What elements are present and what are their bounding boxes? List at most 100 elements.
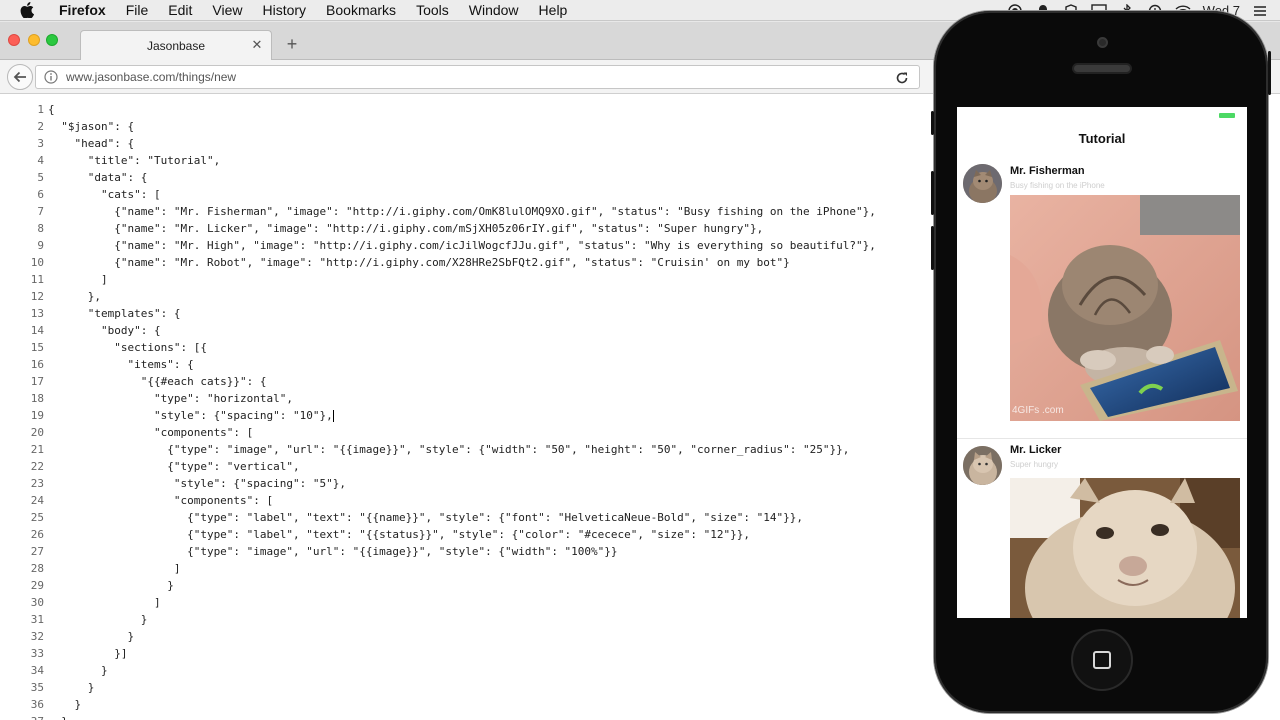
- app-nav-title: Tutorial: [1078, 131, 1126, 146]
- home-button[interactable]: [1071, 629, 1133, 691]
- back-arrow-icon[interactable]: [7, 64, 33, 90]
- code-line[interactable]: {"type": "vertical",: [48, 458, 876, 475]
- tab-close-icon[interactable]: ✕: [249, 37, 265, 53]
- avatar: [963, 446, 1002, 485]
- menu-edit[interactable]: Edit: [158, 0, 202, 21]
- code-content[interactable]: { "$jason": { "head": { "title": "Tutori…: [48, 101, 876, 720]
- code-line[interactable]: "components": [: [48, 424, 876, 441]
- phone-screen: Tutorial Mr. Fisherman Busy fishing on t…: [957, 107, 1247, 618]
- line-number: 24: [30, 494, 44, 507]
- line-number: 18: [30, 392, 44, 405]
- code-line[interactable]: ]: [48, 271, 876, 288]
- home-square-icon: [1093, 651, 1111, 669]
- code-line[interactable]: }: [48, 577, 876, 594]
- iphone-simulator: Tutorial Mr. Fisherman Busy fishing on t…: [931, 11, 1271, 713]
- line-number: 31: [30, 613, 44, 626]
- code-line[interactable]: "items": {: [48, 356, 876, 373]
- line-number: 9: [37, 239, 44, 252]
- menu-history[interactable]: History: [252, 0, 316, 21]
- code-line[interactable]: }: [48, 679, 876, 696]
- code-line[interactable]: "body": {: [48, 322, 876, 339]
- code-line[interactable]: "$jason": {: [48, 118, 876, 135]
- line-number: 11: [30, 273, 44, 286]
- line-number: 33: [30, 647, 44, 660]
- url-bar[interactable]: www.jasonbase.com/things/new: [35, 65, 920, 89]
- code-line[interactable]: "head": {: [48, 135, 876, 152]
- code-line[interactable]: {"name": "Mr. Fisherman", "image": "http…: [48, 203, 876, 220]
- line-number: 19: [30, 409, 44, 422]
- mute-switch: [931, 111, 934, 135]
- notification-center-icon[interactable]: [1252, 3, 1268, 19]
- json-code-editor[interactable]: 1 2 3 4 5 6 7 8 9 10 11 12 13 14 15 16 17 18 19 20 21 22 23 24 2…: [0, 95, 940, 720]
- menu-help[interactable]: Help: [529, 0, 578, 21]
- code-line[interactable]: {"type": "label", "text": "{{name}}", "s…: [48, 509, 876, 526]
- code-line[interactable]: {"type": "image", "url": "{{image}}", "s…: [48, 441, 876, 458]
- site-info-icon[interactable]: [40, 66, 62, 88]
- code-line[interactable]: {"name": "Mr. Robot", "image": "http://i…: [48, 254, 876, 271]
- menu-app-firefox[interactable]: Firefox: [49, 0, 116, 21]
- reload-icon[interactable]: [893, 69, 911, 87]
- url-text[interactable]: www.jasonbase.com/things/new: [66, 70, 236, 84]
- list-item[interactable]: Mr. Fisherman Busy fishing on the iPhone: [957, 164, 1247, 434]
- code-line[interactable]: {"type": "label", "text": "{{status}}", …: [48, 526, 876, 543]
- line-number: 25: [30, 511, 44, 524]
- code-line[interactable]: }: [48, 696, 876, 713]
- apple-menu-icon[interactable]: [17, 0, 37, 20]
- new-tab-plus-icon[interactable]: +: [282, 34, 302, 54]
- line-number: 15: [30, 341, 44, 354]
- line-number: 27: [30, 545, 44, 558]
- code-line[interactable]: "cats": [: [48, 186, 876, 203]
- line-number: 5: [37, 171, 44, 184]
- volume-down-button: [931, 226, 934, 270]
- code-line[interactable]: }: [48, 628, 876, 645]
- line-number: 37: [0, 713, 44, 720]
- zoom-window-button[interactable]: [46, 34, 58, 46]
- line-number: 23: [30, 477, 44, 490]
- line-number: 3: [37, 137, 44, 150]
- menu-window[interactable]: Window: [459, 0, 529, 21]
- code-line[interactable]: ]: [48, 594, 876, 611]
- code-line[interactable]: },: [48, 288, 876, 305]
- code-line[interactable]: "components": [: [48, 492, 876, 509]
- cat-name-label: Mr. Fisherman: [1010, 165, 1085, 177]
- code-line[interactable]: "title": "Tutorial",: [48, 152, 876, 169]
- line-number: 17: [30, 375, 44, 388]
- code-line[interactable]: "templates": {: [48, 305, 876, 322]
- close-window-button[interactable]: [8, 34, 20, 46]
- menu-view[interactable]: View: [202, 0, 252, 21]
- front-camera: [1097, 37, 1108, 48]
- code-line[interactable]: }]: [48, 645, 876, 662]
- code-line[interactable]: {"name": "Mr. Licker", "image": "http://…: [48, 220, 876, 237]
- volume-up-button: [931, 171, 934, 215]
- line-number: 12: [30, 290, 44, 303]
- code-line[interactable]: }: [48, 611, 876, 628]
- minimize-window-button[interactable]: [28, 34, 40, 46]
- code-line[interactable]: ]: [48, 560, 876, 577]
- line-number: 6: [37, 188, 44, 201]
- line-number: 21: [30, 443, 44, 456]
- earpiece-speaker: [1072, 63, 1132, 74]
- code-line[interactable]: {"type": "image", "url": "{{image}}", "s…: [48, 543, 876, 560]
- tab-jasonbase[interactable]: Jasonbase ✕: [80, 30, 272, 61]
- cat-gif-image: 4GIFs .com: [1010, 195, 1240, 421]
- code-line[interactable]: }: [48, 713, 876, 720]
- code-line[interactable]: "style": {"spacing": "10"},: [48, 407, 876, 424]
- code-line[interactable]: "data": {: [48, 169, 876, 186]
- menu-tools[interactable]: Tools: [406, 0, 459, 21]
- code-line[interactable]: "sections": [{: [48, 339, 876, 356]
- line-number: 8: [37, 222, 44, 235]
- code-line[interactable]: }: [48, 662, 876, 679]
- cat-status-label: Super hungry: [1010, 460, 1059, 469]
- menu-bookmarks[interactable]: Bookmarks: [316, 0, 406, 21]
- code-line[interactable]: {: [48, 101, 876, 118]
- code-line[interactable]: "type": "horizontal",: [48, 390, 876, 407]
- code-line[interactable]: "{{#each cats}}": {: [48, 373, 876, 390]
- line-number: 20: [30, 426, 44, 439]
- list-item[interactable]: Mr. Licker Super hungry: [957, 438, 1247, 618]
- cat-name-label: Mr. Licker: [1010, 444, 1062, 456]
- battery-icon: [1219, 113, 1235, 118]
- code-line[interactable]: "style": {"spacing": "5"},: [48, 475, 876, 492]
- menu-file[interactable]: File: [116, 0, 159, 21]
- code-line[interactable]: {"name": "Mr. High", "image": "http://i.…: [48, 237, 876, 254]
- line-number: 29: [30, 579, 44, 592]
